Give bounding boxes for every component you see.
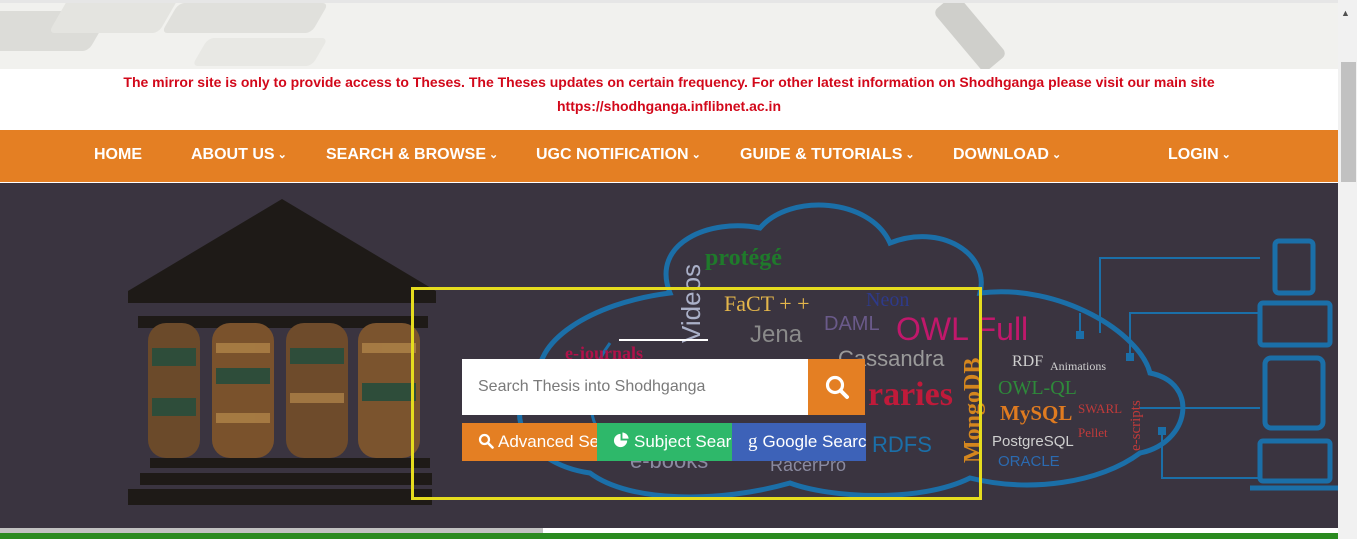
chevron-down-icon: ⌄ bbox=[691, 149, 701, 161]
nav-download[interactable]: DOWNLOAD ⌄ bbox=[953, 130, 1061, 182]
chevron-down-icon: ⌄ bbox=[489, 149, 499, 161]
cloud-word-pellet: Pellet bbox=[1078, 425, 1108, 440]
vertical-scrollbar-thumb[interactable] bbox=[1341, 62, 1356, 182]
cloud-word-rdf: RDF bbox=[1012, 353, 1044, 370]
scroll-up-arrow-icon[interactable]: ▲ bbox=[1341, 8, 1350, 18]
google-search-label: Google Search bbox=[762, 432, 867, 451]
main-site-link[interactable]: https://shodhganga.inflibnet.ac.in bbox=[0, 94, 1338, 118]
main-navbar: HOME ABOUT US ⌄ SEARCH & BROWSE ⌄ UGC NOTI… bbox=[0, 130, 1338, 182]
chevron-down-icon: ⌄ bbox=[905, 149, 915, 161]
chevron-down-icon: ⌄ bbox=[1051, 149, 1062, 161]
header-banner-image bbox=[0, 0, 1338, 69]
search-button[interactable] bbox=[808, 359, 865, 415]
nav-download-label: DOWNLOAD bbox=[953, 146, 1049, 163]
google-g-icon: g bbox=[748, 431, 758, 452]
advanced-search-label: Advanced Search bbox=[498, 432, 598, 451]
cloud-word-oracle: ORACLE bbox=[998, 453, 1060, 470]
cloud-word-postgresql: PostgreSQL bbox=[992, 433, 1074, 450]
notice-text: The mirror site is only to provide acces… bbox=[123, 74, 1215, 90]
advanced-search-button[interactable]: Advanced Search bbox=[462, 423, 598, 461]
subject-search-button[interactable]: Subject Search bbox=[597, 423, 733, 461]
search-icon bbox=[478, 433, 494, 449]
google-search-button[interactable]: g Google Search bbox=[732, 423, 866, 461]
cloud-word-owl-ql: OWL-QL bbox=[998, 377, 1077, 399]
cloud-word-swarl: SWARL bbox=[1078, 401, 1123, 416]
mirror-notice: The mirror site is only to provide acces… bbox=[0, 69, 1338, 130]
nav-home-label: HOME bbox=[94, 146, 142, 163]
nav-ugc-notification[interactable]: UGC NOTIFICATION ⌄ bbox=[536, 130, 701, 182]
nav-guide-tutorials[interactable]: GUIDE & TUTORIALS ⌄ bbox=[740, 130, 915, 182]
library-building-icon bbox=[128, 199, 436, 505]
chevron-down-icon: ⌄ bbox=[277, 149, 287, 161]
divider bbox=[619, 339, 708, 341]
nav-search-browse-label: SEARCH & BROWSE bbox=[326, 146, 487, 163]
nav-guide-label: GUIDE & TUTORIALS bbox=[740, 146, 903, 163]
nav-about-label: ABOUT US bbox=[191, 146, 275, 163]
pie-chart-icon bbox=[613, 432, 629, 448]
chevron-down-icon: ⌄ bbox=[1221, 149, 1231, 161]
cloud-word-animations: Animations bbox=[1050, 359, 1106, 373]
search-input[interactable] bbox=[462, 359, 808, 415]
cloud-word-protege: protégé bbox=[705, 245, 782, 271]
nav-ugc-label: UGC NOTIFICATION bbox=[536, 146, 689, 163]
nav-home[interactable]: HOME bbox=[94, 130, 142, 182]
search-icon bbox=[825, 375, 849, 399]
nav-login[interactable]: LOGIN ⌄ bbox=[1168, 130, 1231, 182]
cloud-word-mysql: MySQL bbox=[1000, 401, 1073, 425]
cloud-word-escripts: e-scripts bbox=[1128, 400, 1144, 451]
nav-login-label: LOGIN bbox=[1168, 146, 1219, 163]
page: The mirror site is only to provide acces… bbox=[0, 0, 1357, 539]
nav-about-us[interactable]: ABOUT US ⌄ bbox=[191, 130, 287, 182]
subject-search-label: Subject Search bbox=[634, 432, 733, 451]
nav-search-browse[interactable]: SEARCH & BROWSE ⌄ bbox=[326, 130, 498, 182]
footer-green-strip bbox=[0, 533, 1338, 539]
